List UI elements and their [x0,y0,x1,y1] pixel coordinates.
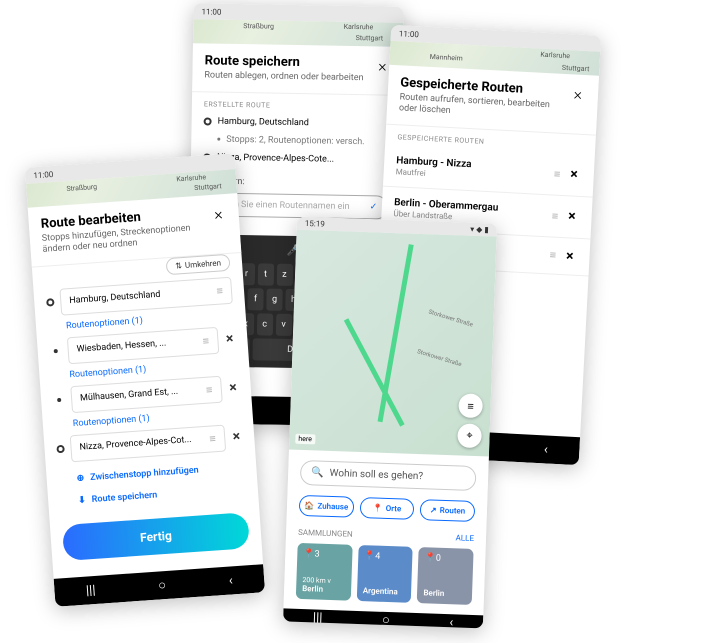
drag-handle-icon[interactable]: ≡ [216,284,223,297]
places-pill[interactable]: 📍 Orte [359,497,414,520]
nav-back-icon[interactable]: ‹ [544,442,549,457]
pin-icon: 📍 [373,503,383,512]
delete-icon[interactable]: × [564,208,580,225]
stop-input[interactable]: Wiesbaden, Hessen, ... ≡ [67,326,219,363]
status-time: 11:00 [33,169,54,179]
stop-input[interactable]: Nizza, Provence-Alpes-Cot... ≡ [70,424,226,462]
nav-back-icon[interactable]: ‹ [449,615,453,629]
collection-card[interactable]: 📍0 Berlin [417,547,474,605]
layers-icon: ≡ [467,399,474,412]
here-logo: here [295,434,315,445]
close-icon[interactable]: × [210,204,228,224]
nav-back-icon[interactable]: ‹ [228,573,233,588]
status-time: 11:00 [201,7,221,16]
pin-count: 📍3 [303,549,346,560]
done-button[interactable]: Fertig [62,512,250,561]
remove-stop-icon[interactable]: × [227,380,240,397]
stop-input[interactable]: Mülhausen, Grand Est, ... ≡ [70,375,222,412]
search-icon: 🔍 [311,467,324,478]
status-time: 11:00 [399,29,419,39]
map-view[interactable]: Storkower Straße Storkower Straße here ≡… [289,230,497,457]
locate-icon: ⌖ [466,429,473,443]
map-strip: Straßburg Karlsruhe Stuttgart [193,19,403,47]
nav-home-icon[interactable]: ○ [158,577,167,594]
drag-handle-icon[interactable]: ≡ [202,334,209,347]
route-icon: ↗ [430,505,437,514]
drag-handle-icon[interactable]: ≡ [545,209,564,223]
phone-edit-route: 11:00 Straßburg Karlsruhe Stuttgart Rout… [25,153,265,607]
remove-stop-icon[interactable]: × [230,428,243,445]
home-icon: 🏠 [304,501,314,510]
circle-icon [204,117,212,125]
routes-pill[interactable]: ↗ Routen [420,499,475,522]
remove-stop-icon[interactable]: × [223,331,236,348]
dot-icon [217,138,220,141]
drag-handle-icon[interactable]: ≡ [548,167,567,181]
search-input[interactable]: 🔍 Wohin soll es gehen? [300,460,477,491]
collection-card[interactable]: 📍4 Argentina [356,545,413,603]
stop-input[interactable]: Hamburg, Deutschland ≡ [59,276,232,315]
sheet-title: Route speichern [205,53,375,71]
drag-handle-icon[interactable]: ≡ [209,432,216,445]
collections-label: Sammlungen [298,528,353,539]
circle-icon [46,298,55,307]
pin-count: 📍4 [364,551,407,562]
sheet-subtitle: Routen ablegen, ordnen oder bearbeiten [204,70,374,84]
nav-recent-icon[interactable]: ||| [85,582,96,598]
delete-icon[interactable]: × [566,166,582,183]
drag-handle-icon[interactable]: ≡ [543,248,562,262]
sheet-header: Route speichern Routen ablegen, ordnen o… [192,43,403,95]
all-link[interactable]: Alle [455,533,474,543]
circle-icon [56,445,65,454]
search-sheet: 🔍 Wohin soll es gehen? 🏠 Zuhause 📍 Orte … [283,449,488,615]
drag-handle-icon[interactable]: ≡ [206,383,213,396]
collection-card[interactable]: 📍3 200 km vBerlin [296,543,353,601]
status-icons: ▾ ◆ ▮ [470,225,489,235]
phone-map-home: 15:19 ▾ ◆ ▮ Storkower Straße Storkower S… [283,217,497,629]
dot-icon [57,398,61,402]
pin-count: 📍0 [424,553,467,564]
home-pill[interactable]: 🏠 Zuhause [299,495,354,518]
layers-button[interactable]: ≡ [458,393,483,418]
swap-icon: ⇅ [175,261,182,270]
check-icon[interactable]: ✓ [370,202,378,212]
download-icon: ⬇ [78,495,86,506]
status-time: 15:19 [305,219,325,229]
close-icon[interactable]: × [569,84,586,104]
nav-recent-icon[interactable]: ||| [313,610,323,625]
delete-icon[interactable]: × [562,248,578,265]
locate-button[interactable]: ⌖ [457,423,482,448]
reverse-button[interactable]: ⇅ Umkehren [166,253,231,274]
plus-icon: ⊕ [76,473,84,484]
dot-icon [54,349,58,353]
nav-home-icon[interactable]: ○ [382,612,390,628]
sheet-header: Gespeicherte Routen Routen aufrufen, sor… [386,65,599,136]
